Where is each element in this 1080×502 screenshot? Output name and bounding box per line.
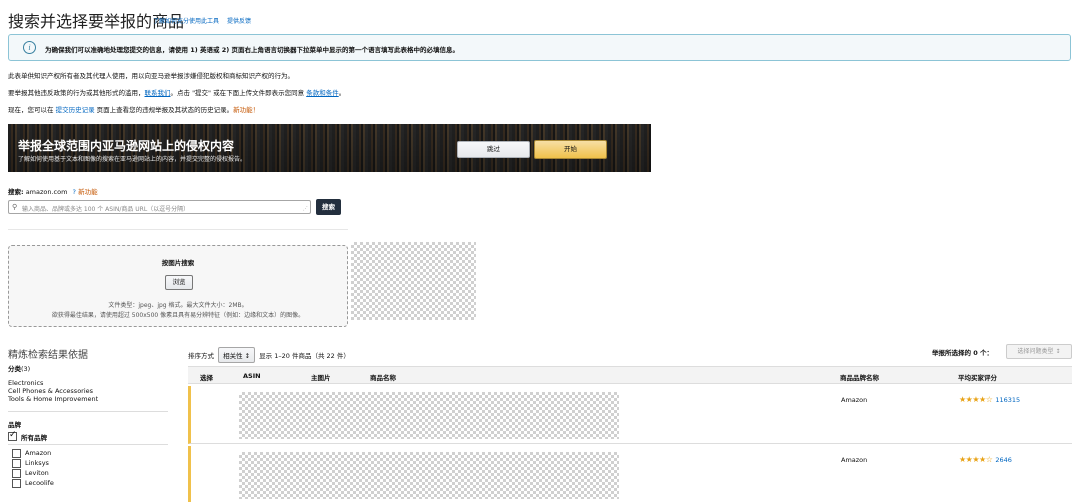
search-button[interactable]: 搜索: [316, 199, 341, 215]
checkbox[interactable]: [12, 469, 21, 478]
col-image: 主图片: [311, 374, 331, 382]
sort-bar: 排序方式 相关性 ↕ 显示 1–20 件商品（共 22 件）: [188, 347, 350, 363]
divider: [8, 229, 348, 230]
image-drop-zone[interactable]: 按图片搜索 浏览 文件类型：jpeg、jpg 格式。最大文件大小：2MB。 欲获…: [8, 245, 348, 327]
category-heading: 分类(3): [8, 365, 31, 373]
brand-divider: [8, 444, 168, 445]
start-button[interactable]: 开始: [534, 140, 607, 159]
contact-us-link[interactable]: 联系我们: [145, 89, 171, 97]
issue-type-select[interactable]: 选择问题类型 ↕: [1006, 344, 1072, 359]
row-brand: Amazon: [841, 456, 868, 464]
star-rating-icon: ★★★★☆: [959, 455, 993, 464]
col-asin: ASIN: [243, 372, 261, 380]
checkbox[interactable]: [12, 459, 21, 468]
banner-subtitle: 了解如何使用基于文本和图像的搜索在亚马逊网站上的内容，并提交完整的侵权报告。: [18, 156, 247, 163]
brand-linksys[interactable]: Linksys: [12, 459, 49, 468]
search-icon: ⚲: [12, 203, 18, 211]
feedback-link[interactable]: 提供反馈: [227, 18, 251, 25]
intro-line-1: 此表单供知识产权所有者及其代理人使用，用以向亚马逊举报涉嫌侵犯版权和商标知识产权…: [8, 72, 294, 80]
star-rating-icon: ★★★★☆: [959, 395, 993, 404]
skip-button[interactable]: 跳过: [457, 141, 530, 158]
image-tip-note: 欲获得最佳结果，请使用超过 500x500 像素且具有易分辨特征（例如：边缘和文…: [51, 312, 305, 319]
intro-line-2: 要举报其他违反政策的行为或其他形式的滥用，联系我们。点击 "提交" 或在下面上传…: [8, 89, 346, 97]
row-rating: ★★★★☆ 116315: [959, 395, 1020, 404]
submission-history-link[interactable]: 提交历史记录: [56, 106, 95, 114]
results-table-header: 选择 ASIN 主图片 商品名称 商品品牌名称 平均买家评分: [188, 366, 1072, 384]
col-select: 选择: [200, 374, 213, 382]
new-feature-badge: 新功能！: [233, 106, 260, 114]
table-row[interactable]: Amazon ★★★★☆ 2646: [188, 446, 1072, 502]
banner-title: 举报全球范围内亚马逊网站上的侵权内容: [18, 139, 235, 153]
search-input[interactable]: ⚲ 输入商品、品牌或多达 100 个 ASIN/商品 URL（以逗号分隔） ⋰: [8, 200, 311, 214]
search-label: 搜索: amazon.com ? 新功能: [8, 188, 98, 196]
sort-select[interactable]: 相关性 ↕: [218, 347, 256, 363]
image-preview-placeholder: [351, 242, 476, 320]
brand-leviton[interactable]: Leviton: [12, 469, 49, 478]
report-count: 举报所选择的 0 个：: [932, 349, 994, 357]
product-details-placeholder: [239, 452, 619, 499]
row-rating: ★★★★☆ 2646: [959, 455, 1012, 464]
col-title: 商品名称: [370, 374, 396, 382]
row-brand: Amazon: [841, 396, 868, 404]
browse-button[interactable]: 浏览: [165, 275, 193, 290]
help-icon[interactable]: ?: [73, 188, 76, 196]
intro-line-3: 现在，您可以在 提交历史记录 页面上查看您的违规举报及其状态的历史记录。新功能！: [8, 106, 260, 114]
search-new-badge: 新功能: [78, 188, 98, 196]
info-text: 为确保我们可以准确地处理您提交的信息，请使用 1) 英语或 2) 页面右上角语言…: [45, 46, 460, 54]
checkbox-checked-icon[interactable]: [8, 430, 17, 441]
refine-title: 精炼检索结果依据: [8, 350, 88, 361]
image-search-title: 按图片搜索: [161, 259, 195, 267]
brand-heading: 品牌: [8, 421, 21, 429]
info-icon: i: [23, 41, 36, 54]
learn-more-link[interactable]: 了解如何充分使用此工具: [153, 18, 219, 25]
search-placeholder: 输入商品、品牌或多达 100 个 ASIN/商品 URL（以逗号分隔）: [22, 206, 190, 213]
all-brands-checkbox[interactable]: 所有品牌: [8, 430, 47, 442]
file-type-note: 文件类型：jpeg、jpg 格式。最大文件大小：2MB。: [108, 302, 248, 309]
resize-grip-icon[interactable]: ⋰: [303, 206, 308, 212]
report-banner: 举报全球范围内亚马逊网站上的侵权内容 了解如何使用基于文本和图像的搜索在亚马逊网…: [8, 124, 651, 172]
results-count: 显示 1–20 件商品（共 22 件）: [259, 352, 350, 360]
terms-link[interactable]: 条款和条件: [306, 89, 339, 97]
col-brand: 商品品牌名称: [840, 374, 879, 382]
brand-lecoolife[interactable]: Lecoolife: [12, 479, 54, 488]
review-count[interactable]: 116315: [995, 396, 1020, 404]
review-count[interactable]: 2646: [995, 456, 1012, 464]
brand-amazon[interactable]: Amazon: [12, 449, 51, 458]
header-links: 了解如何充分使用此工具 提供反馈: [153, 16, 257, 25]
product-details-placeholder: [239, 392, 619, 439]
category-tools[interactable]: Tools & Home Improvement: [8, 395, 98, 403]
info-alert: i 为确保我们可以准确地处理您提交的信息，请使用 1) 英语或 2) 页面右上角…: [8, 34, 1071, 61]
checkbox[interactable]: [12, 449, 21, 458]
checkbox[interactable]: [12, 479, 21, 488]
refine-divider: [8, 411, 168, 412]
category-cell-phones[interactable]: Cell Phones & Accessories: [8, 387, 93, 395]
table-row[interactable]: Amazon ★★★★☆ 116315: [188, 386, 1072, 444]
col-rating: 平均买家评分: [958, 374, 997, 382]
search-domain: amazon.com: [25, 188, 68, 196]
category-electronics[interactable]: Electronics: [8, 379, 43, 387]
